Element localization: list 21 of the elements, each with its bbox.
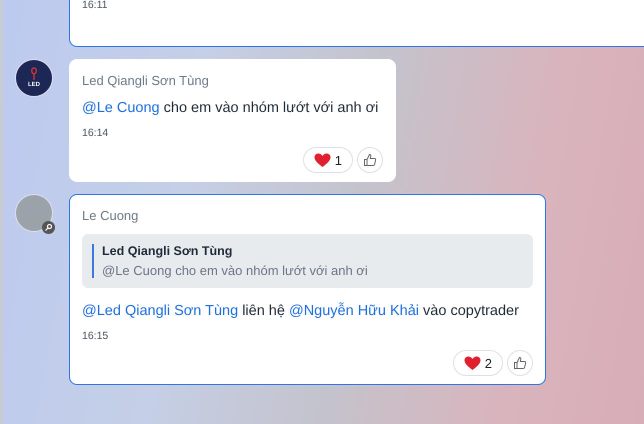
timestamp: 16:15 xyxy=(82,330,110,342)
heart-reaction-button[interactable]: 1 xyxy=(302,147,353,173)
like-button[interactable] xyxy=(507,350,533,376)
heart-icon xyxy=(314,152,331,168)
thumbs-up-icon xyxy=(513,356,527,370)
message-text: @Le Cuong cho em vào nhóm lướt với anh ơi xyxy=(82,99,380,117)
timestamp: 16:14 xyxy=(82,127,110,139)
mention-link[interactable]: @Le Cuong xyxy=(82,100,160,116)
timestamp: 16:11 xyxy=(82,0,108,11)
heart-icon xyxy=(464,356,481,370)
author-name: Led Qiangli Sơn Tùng xyxy=(82,73,210,88)
like-button[interactable] xyxy=(357,147,383,173)
quote-text: @Le Cuong cho em vào nhóm lướt với anh ơi xyxy=(92,263,523,278)
quote-author: Led Qiangli Sơn Tùng xyxy=(92,244,523,263)
mention-link[interactable]: @Nguyễn Hữu Khải xyxy=(288,303,419,319)
author-name: Le Cuong xyxy=(82,208,140,223)
message-text: @Led Qiangli Sơn Tùng liên hệ @Nguyễn Hữu Khải vào copytrader xyxy=(82,302,520,320)
heart-reaction-button[interactable]: 2 xyxy=(452,350,503,376)
thumbs-up-icon xyxy=(363,153,377,167)
mention-link[interactable]: @Led Qiangli Sơn Tùng xyxy=(82,303,238,319)
logo-icon xyxy=(29,67,39,81)
